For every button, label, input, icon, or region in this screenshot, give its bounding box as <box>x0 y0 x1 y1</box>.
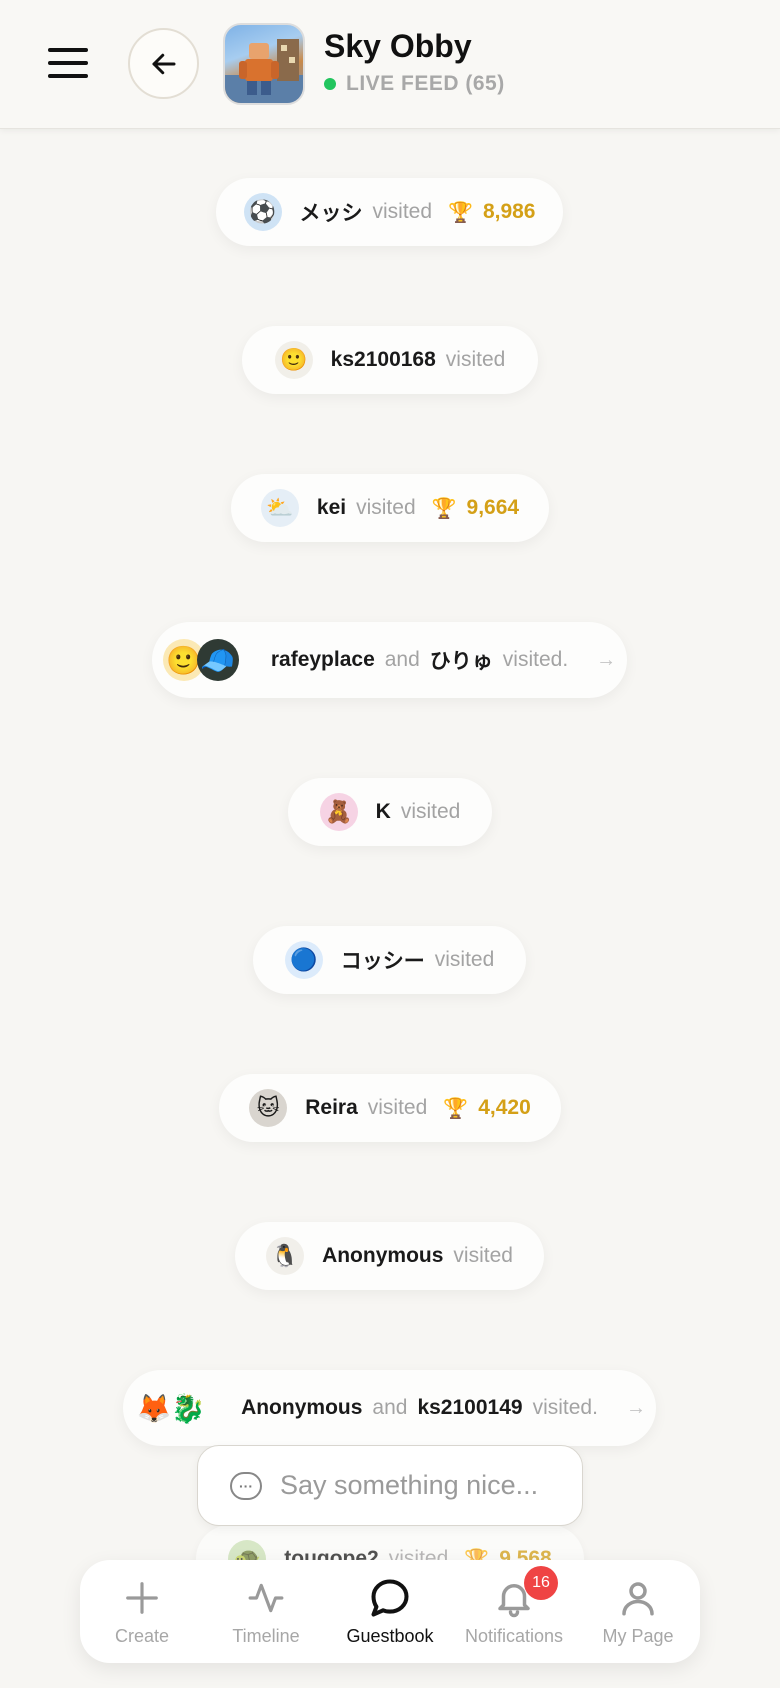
avatar: 🐉 <box>170 1392 206 1424</box>
feed-item[interactable]: 🔵 コッシー visited <box>253 926 526 994</box>
feed-item[interactable]: ⚽ メッシ visited 🏆 8,986 <box>216 178 563 246</box>
message-input[interactable] <box>280 1470 560 1501</box>
plus-icon <box>120 1576 164 1620</box>
bottom-navigation: Create Timeline Guestbook 16 Notificatio… <box>80 1560 700 1663</box>
trophy-icon: 🏆 <box>443 1097 469 1120</box>
nav-label: Notifications <box>464 1626 564 1646</box>
menu-icon[interactable] <box>48 48 88 78</box>
avatar: 🧢 <box>196 639 239 681</box>
arrow-right-icon: → <box>596 648 617 671</box>
feed-action: visited <box>372 200 433 223</box>
feed-username: Anonymous <box>322 1244 444 1267</box>
feed-username: ひりゅ <box>429 650 493 673</box>
feed-action: visited <box>356 496 416 519</box>
feed-item[interactable]: 🙂 ks2100168 visited <box>242 326 538 394</box>
guestbook-composer[interactable]: ··· <box>197 1445 583 1526</box>
avatar: 🔵 <box>284 941 323 979</box>
avatar-stack: 🦊 🐉 <box>133 1387 209 1429</box>
nav-label: Create <box>114 1626 170 1646</box>
activity-icon <box>244 1576 288 1620</box>
avatar: 🐧 <box>266 1237 305 1275</box>
avatar: 🙂 <box>274 341 313 379</box>
feed-username: メッシ <box>299 202 363 225</box>
feed-item[interactable]: ⛅ kei visited 🏆 9,664 <box>231 474 549 542</box>
feed-username: K <box>375 800 391 823</box>
feed-action: visited. <box>532 1396 598 1419</box>
arrow-left-icon <box>152 53 175 74</box>
feed-username: kei <box>316 496 347 519</box>
feed-item-group[interactable]: 🦊 🐉 Anonymous and ks2100149 visited. → <box>123 1370 656 1446</box>
feed-username: rafeyplace <box>270 648 375 671</box>
nav-create[interactable]: Create <box>82 1576 202 1647</box>
notification-badge: 16 <box>524 1566 558 1600</box>
feed-username: コッシー <box>340 950 425 973</box>
chat-bubble-icon: ··· <box>230 1471 262 1500</box>
avatar: ⚽ <box>243 193 282 231</box>
feed-action: visited <box>445 348 506 371</box>
bell-icon: 16 <box>492 1566 558 1620</box>
arrow-right-icon: → <box>625 1396 646 1419</box>
trophy-icon: 🏆 <box>448 201 473 224</box>
nav-label: My Page <box>602 1626 674 1646</box>
feed-action: visited <box>434 948 495 971</box>
back-button[interactable] <box>128 28 199 99</box>
nav-label: Timeline <box>232 1626 300 1646</box>
feed-score: 8,986 <box>482 200 536 223</box>
feed-joiner: and <box>384 648 420 671</box>
avatar: 🧸 <box>319 793 358 831</box>
feed-username: Anonymous <box>241 1396 363 1419</box>
nav-guestbook[interactable]: Guestbook <box>330 1576 450 1647</box>
chat-bubble-icon <box>368 1576 412 1620</box>
feed-item-group[interactable]: 🙂 🧢 rafeyplace and ひりゅ visited. → <box>152 622 627 698</box>
nav-label: Guestbook <box>346 1626 434 1646</box>
avatar: 🐱 <box>249 1089 288 1127</box>
nav-notifications[interactable]: 16 Notifications <box>454 1566 574 1647</box>
nav-timeline[interactable]: Timeline <box>206 1576 326 1647</box>
feed-item[interactable]: 🐱 Reira visited 🏆 4,420 <box>219 1074 561 1142</box>
avatar: ⛅ <box>260 489 299 527</box>
feed-joiner: and <box>372 1396 408 1419</box>
feed-score: 9,664 <box>466 496 520 519</box>
feed-username: ks2100168 <box>330 348 436 371</box>
app-header: Sky Obby LIVE FEED (65) <box>0 0 780 129</box>
feed-username: ks2100149 <box>417 1396 523 1419</box>
feed-score: 4,420 <box>478 1096 531 1119</box>
live-feed-label: LIVE FEED (65) <box>346 72 505 95</box>
trophy-icon: 🏆 <box>431 497 457 520</box>
feed-username: Reira <box>305 1096 358 1119</box>
feed-action: visited <box>400 800 461 823</box>
user-icon <box>616 1576 660 1620</box>
avatar-stack: 🙂 🧢 <box>162 639 239 681</box>
live-feed-status: LIVE FEED (65) <box>324 72 505 96</box>
feed-item[interactable]: 🧸 K visited <box>288 778 492 846</box>
live-feed: ⚽ メッシ visited 🏆 8,986 🙂 ks2100168 visite… <box>0 0 780 1688</box>
nav-my-page[interactable]: My Page <box>578 1576 698 1647</box>
feed-action: visited <box>367 1096 428 1119</box>
feed-action: visited. <box>502 648 569 671</box>
page-title: Sky Obby <box>324 28 472 64</box>
game-thumbnail[interactable] <box>223 23 305 105</box>
feed-action: visited <box>453 1244 513 1267</box>
live-indicator-icon <box>324 78 336 90</box>
feed-item[interactable]: 🐧 Anonymous visited <box>235 1222 544 1290</box>
